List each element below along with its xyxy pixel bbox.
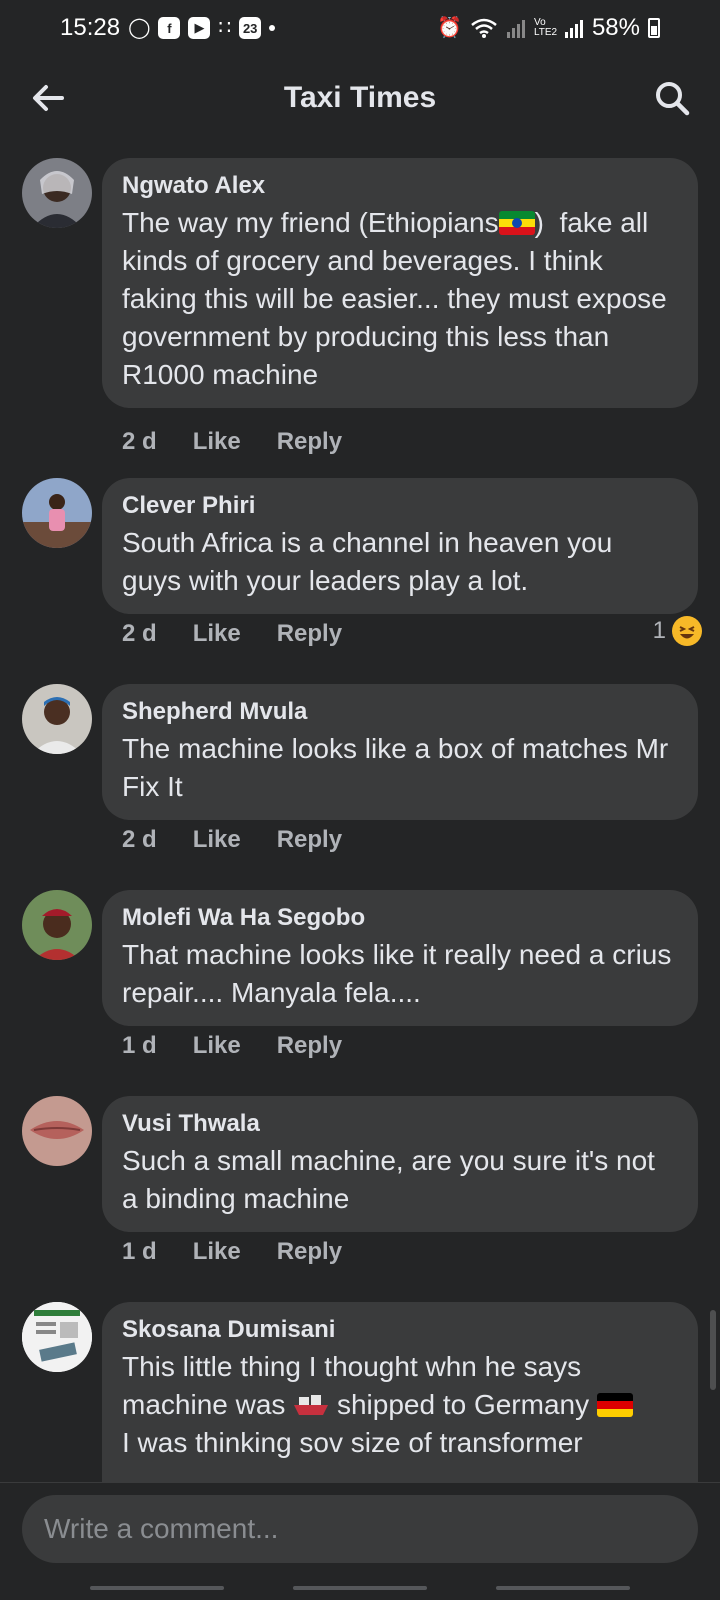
- comment-text: South Africa is a channel in heaven you …: [122, 527, 621, 596]
- status-left: 15:28 ◯ f ▶ ∷ 23: [60, 14, 276, 42]
- nav-home-button[interactable]: [293, 1586, 427, 1590]
- comment-bubble[interactable]: Ngwato Alex The way my friend (Ethiopian…: [102, 158, 698, 408]
- search-button[interactable]: [648, 74, 696, 122]
- reply-button[interactable]: Reply: [277, 428, 342, 456]
- ethiopia-flag-icon: [498, 211, 535, 235]
- arrow-left-icon: [33, 85, 64, 111]
- battery-percent: 58%: [591, 14, 640, 41]
- search-icon: [656, 82, 690, 116]
- comment-text: Such a small machine, are you sure it's …: [122, 1145, 663, 1214]
- avatar[interactable]: [22, 1302, 92, 1372]
- battery-icon: [648, 18, 660, 38]
- avatar[interactable]: [22, 890, 92, 960]
- like-button[interactable]: Like: [193, 826, 241, 854]
- facebook-icon: f: [158, 17, 181, 39]
- status-time: 15:28: [60, 14, 121, 41]
- wifi-icon: [471, 18, 497, 38]
- comment-bubble[interactable]: Shepherd Mvula The machine looks like a …: [102, 684, 698, 820]
- grid-app-icon: ∷: [218, 17, 232, 39]
- comment-text-part: The way my friend (Ethiopians: [122, 207, 499, 238]
- comment-actions: 2 d Like Reply: [122, 620, 342, 648]
- comment-text: The machine looks like a box of matches …: [122, 733, 677, 802]
- like-button[interactable]: Like: [193, 1032, 241, 1060]
- signal-icon: [506, 20, 525, 38]
- volte-label: Vo LTE2: [533, 17, 558, 38]
- nav-back-button[interactable]: [496, 1586, 630, 1590]
- status-right: ⏰ Vo LTE2 58%: [437, 14, 660, 42]
- comment-author[interactable]: Ngwato Alex: [122, 172, 678, 200]
- reply-button[interactable]: Reply: [277, 826, 342, 854]
- comments-list[interactable]: Ngwato Alex The way my friend (Ethiopian…: [0, 140, 720, 1482]
- comment-bubble[interactable]: Clever Phiri South Africa is a channel i…: [102, 478, 698, 614]
- page-title: Taxi Times: [283, 81, 437, 114]
- comment-bubble[interactable]: Skosana Dumisani This little thing I tho…: [102, 1302, 698, 1482]
- calendar-icon: 23: [239, 17, 262, 39]
- back-button[interactable]: [24, 74, 72, 122]
- comment-author[interactable]: Vusi Thwala: [122, 1110, 678, 1138]
- comment-actions: 1 d Like Reply: [122, 1032, 342, 1060]
- comment-author[interactable]: Shepherd Mvula: [122, 698, 678, 726]
- avatar[interactable]: [22, 1096, 92, 1166]
- comment-text: This little thing I thought whn he says …: [122, 1348, 678, 1462]
- comment-time[interactable]: 2 d: [122, 826, 157, 854]
- reply-button[interactable]: Reply: [277, 620, 342, 648]
- more-notifications-dot-icon: [269, 25, 276, 31]
- reaction-count: 1: [652, 617, 666, 644]
- comment-author[interactable]: Molefi Wa Ha Segobo: [122, 904, 678, 932]
- comment-text-part: I was thinking sov size of transformer: [122, 1427, 583, 1458]
- comment-input[interactable]: [22, 1495, 698, 1563]
- comment-time[interactable]: 2 d: [122, 620, 157, 648]
- scrollbar[interactable]: [710, 1310, 716, 1390]
- reply-button[interactable]: Reply: [277, 1238, 342, 1266]
- status-bar: 15:28 ◯ f ▶ ∷ 23 ⏰ Vo LTE2 58%: [0, 0, 720, 56]
- comment-text: That machine looks like it really need a…: [122, 939, 680, 1008]
- comment-actions: 2 d Like Reply: [122, 826, 342, 854]
- comment-bubble[interactable]: Vusi Thwala Such a small machine, are yo…: [102, 1096, 698, 1232]
- nav-recents-button[interactable]: [90, 1586, 224, 1590]
- comment-bubble[interactable]: Molefi Wa Ha Segobo That machine looks l…: [102, 890, 698, 1026]
- comment-actions: 1 d Like Reply: [122, 1238, 342, 1266]
- signal-2-icon: [564, 20, 583, 38]
- avatar[interactable]: [22, 684, 92, 754]
- ship-emoji-icon: [294, 1395, 329, 1415]
- comment-composer: [0, 1482, 720, 1573]
- haha-emoji-icon: [672, 616, 702, 646]
- comment-time[interactable]: 1 d: [122, 1032, 157, 1060]
- avatar[interactable]: [22, 158, 92, 228]
- germany-flag-icon: [596, 1393, 633, 1417]
- navigation-bar: [0, 1572, 720, 1600]
- comment-author[interactable]: Clever Phiri: [122, 492, 678, 520]
- notification-o-icon: ◯: [128, 17, 151, 39]
- comment-text: The way my friend (Ethiopians) fake all …: [122, 204, 678, 394]
- comment-author[interactable]: Skosana Dumisani: [122, 1316, 678, 1344]
- reply-button[interactable]: Reply: [277, 1032, 342, 1060]
- like-button[interactable]: Like: [193, 1238, 241, 1266]
- like-button[interactable]: Like: [193, 428, 241, 456]
- comment-text-part: shipped to Germany: [329, 1389, 597, 1420]
- alarm-icon: ⏰: [437, 17, 462, 39]
- comment-time[interactable]: 2 d: [122, 428, 157, 456]
- comment-actions: 2 d Like Reply: [122, 428, 342, 456]
- comment-time[interactable]: 1 d: [122, 1238, 157, 1266]
- like-button[interactable]: Like: [193, 620, 241, 648]
- avatar[interactable]: [22, 478, 92, 548]
- youtube-icon: ▶: [188, 17, 211, 39]
- header: Taxi Times: [0, 56, 720, 140]
- reaction-summary[interactable]: 1: [653, 616, 702, 646]
